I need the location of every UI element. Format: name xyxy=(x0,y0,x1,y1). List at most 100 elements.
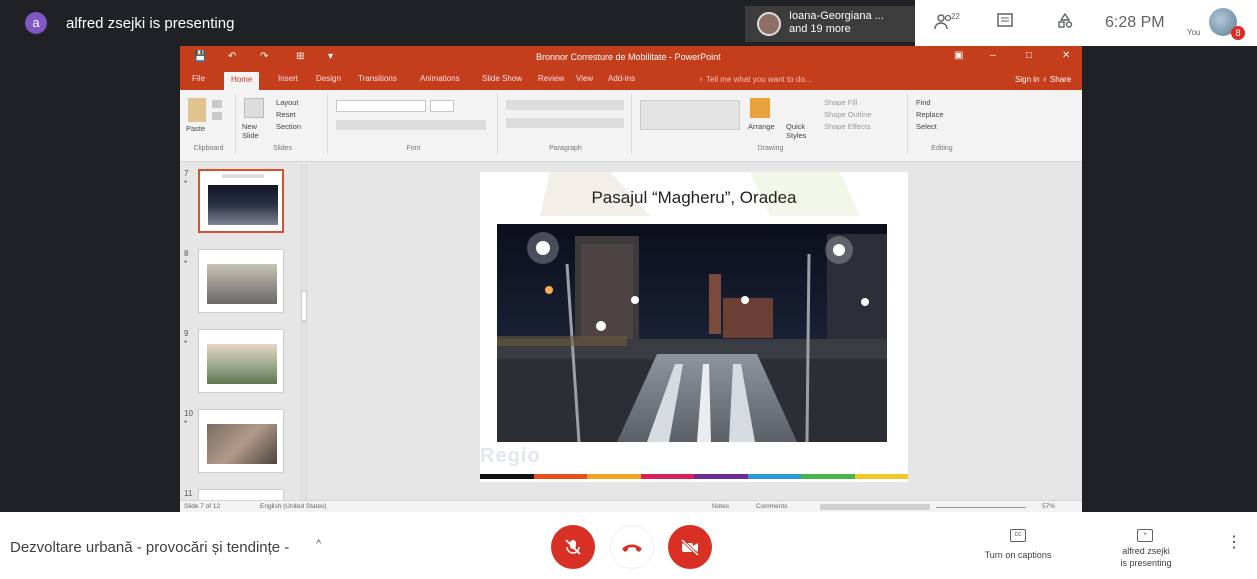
tab-add-ins[interactable]: Add-ins xyxy=(608,74,635,83)
font-name-select[interactable] xyxy=(336,100,426,112)
save-icon[interactable]: 💾 xyxy=(194,51,206,62)
tab-animations[interactable]: Animations xyxy=(420,74,460,83)
presenting-status-button[interactable]: alfred zsejki is presenting xyxy=(1098,545,1194,569)
ppt-window-title: Bronnor Corresture de Mobilitate - Power… xyxy=(536,52,721,62)
thumbnail-scroll-thumb[interactable] xyxy=(301,291,307,321)
copy-icon[interactable] xyxy=(212,112,222,120)
paste-button[interactable]: Paste xyxy=(186,124,205,133)
reset-button[interactable]: Reset xyxy=(276,110,296,119)
ppt-ribbon: Paste Clipboard New Slide Layout Reset S… xyxy=(180,90,1082,162)
meet-bottom-bar: Dezvoltare urbană - provocări și tendinț… xyxy=(0,512,1257,579)
camera-off-icon xyxy=(680,538,700,557)
meet-top-bar: a alfred zsejki is presenting Ioana-Geor… xyxy=(0,0,1257,46)
language-status[interactable]: English (United States) xyxy=(260,503,326,510)
current-slide[interactable]: Pasajul “Magheru”, Oradea Regio xyxy=(480,172,908,482)
new-slide-button[interactable]: New Slide xyxy=(242,122,270,140)
thumb-photo xyxy=(207,264,277,304)
customize-qat-icon[interactable]: ▾ xyxy=(328,51,333,62)
activities-icon[interactable] xyxy=(1053,12,1077,34)
tab-design[interactable]: Design xyxy=(316,74,341,83)
stripe-segment xyxy=(694,474,748,479)
new-slide-icon[interactable] xyxy=(244,98,264,118)
zoom-level[interactable]: 57% xyxy=(1042,503,1055,510)
maximize-icon[interactable]: □ xyxy=(1026,50,1032,61)
thumbnail-scrollbar[interactable] xyxy=(300,163,308,500)
start-slideshow-icon[interactable]: ⊞ xyxy=(296,51,304,62)
slide-thumbnail-8[interactable] xyxy=(198,249,284,313)
chevron-up-icon[interactable]: ^ xyxy=(316,538,321,550)
quick-styles-button[interactable]: Quick Styles xyxy=(786,122,816,140)
section-button[interactable]: Section xyxy=(276,122,301,131)
tab-transitions[interactable]: Transitions xyxy=(358,74,397,83)
meeting-title[interactable]: Dezvoltare urbană - provocări și tendinț… xyxy=(10,539,289,556)
stripe-segment xyxy=(587,474,641,479)
hang-up-button[interactable] xyxy=(610,525,654,569)
slide-scrollbar[interactable] xyxy=(1074,163,1082,500)
slide-thumbnail-9[interactable] xyxy=(198,329,284,393)
slide-thumbnail-11[interactable] xyxy=(198,489,284,500)
shape-effects-button[interactable]: Shape Effects xyxy=(824,122,871,131)
present-screen-icon[interactable]: + xyxy=(1137,529,1153,542)
redo-icon[interactable]: ↷ xyxy=(260,51,268,62)
stripe-segment xyxy=(640,474,694,479)
notes-button[interactable]: Notes xyxy=(712,503,729,510)
font-size-select[interactable] xyxy=(430,100,454,112)
slide-thumbnail-7[interactable] xyxy=(198,169,284,233)
clipboard-group: Paste Clipboard xyxy=(182,94,236,154)
drawing-group: Arrange Quick Styles Shape Fill Shape Ou… xyxy=(634,94,908,154)
tab-view[interactable]: View xyxy=(576,74,593,83)
tab-review[interactable]: Review xyxy=(538,74,564,83)
slides-group-label: Slides xyxy=(272,145,293,152)
people-icon[interactable]: 22 xyxy=(933,12,960,34)
thumb-number: 8 xyxy=(184,249,189,258)
tell-me-search[interactable]: ♀ Tell me what you want to do... xyxy=(698,75,811,84)
tab-file[interactable]: File xyxy=(192,74,205,83)
thumb-photo xyxy=(207,424,277,464)
comments-button[interactable]: Comments xyxy=(756,503,787,510)
cut-icon[interactable] xyxy=(212,100,222,108)
participants-chip[interactable]: Ioana-Georgiana ... and 19 more xyxy=(745,6,915,42)
camera-off-button[interactable] xyxy=(668,525,712,569)
shape-fill-button[interactable]: Shape Fill xyxy=(824,98,857,107)
shapes-gallery[interactable] xyxy=(640,100,740,130)
phone-hangup-icon xyxy=(622,544,642,552)
sign-in-share[interactable]: Sign in ♀ Share xyxy=(1015,75,1071,84)
stripe-segment xyxy=(480,474,534,479)
tab-slide-show[interactable]: Slide Show xyxy=(482,74,522,83)
shape-outline-button[interactable]: Shape Outline xyxy=(824,110,872,119)
more-options-icon[interactable]: ⋮ xyxy=(1226,532,1242,552)
select-button[interactable]: Select xyxy=(916,122,937,131)
minimize-icon[interactable]: – xyxy=(990,50,996,61)
notification-badge: 8 xyxy=(1231,26,1245,40)
slide-thumbnail-10[interactable] xyxy=(198,409,284,473)
turn-on-captions-button[interactable]: Turn on captions xyxy=(970,550,1066,560)
thumb-number: 9 xyxy=(184,329,189,338)
editing-group: Find Replace Select Editing xyxy=(910,94,974,154)
close-icon[interactable]: ✕ xyxy=(1062,50,1070,61)
paste-icon[interactable] xyxy=(188,98,206,122)
replace-button[interactable]: Replace xyxy=(916,110,944,119)
paragraph-group-label: Paragraph xyxy=(549,145,582,152)
list-buttons[interactable] xyxy=(506,100,624,110)
find-button[interactable]: Find xyxy=(916,98,931,107)
alignment-buttons[interactable] xyxy=(506,118,624,128)
chat-icon[interactable] xyxy=(993,12,1017,34)
participant-more-count: and 19 more xyxy=(789,23,851,35)
slides-group: New Slide Layout Reset Section Slides xyxy=(238,94,328,154)
thumb-photo xyxy=(207,344,277,384)
layout-button[interactable]: Layout xyxy=(276,98,299,107)
zoom-slider[interactable] xyxy=(936,507,1026,508)
stripe-segment xyxy=(533,474,587,479)
tab-home[interactable]: Home xyxy=(224,72,260,90)
mic-off-button[interactable] xyxy=(551,525,595,569)
mic-off-icon xyxy=(565,539,581,555)
arrange-icon[interactable] xyxy=(750,98,770,118)
font-format-buttons[interactable] xyxy=(336,120,486,130)
ribbon-display-icon[interactable]: ▣ xyxy=(954,50,963,61)
tab-insert[interactable]: Insert xyxy=(278,74,298,83)
captions-icon[interactable]: cc xyxy=(1010,529,1026,542)
view-buttons[interactable] xyxy=(820,504,930,510)
thumb-number: 7 xyxy=(184,169,189,178)
undo-icon[interactable]: ↶ xyxy=(228,51,236,62)
arrange-button[interactable]: Arrange xyxy=(748,122,775,131)
